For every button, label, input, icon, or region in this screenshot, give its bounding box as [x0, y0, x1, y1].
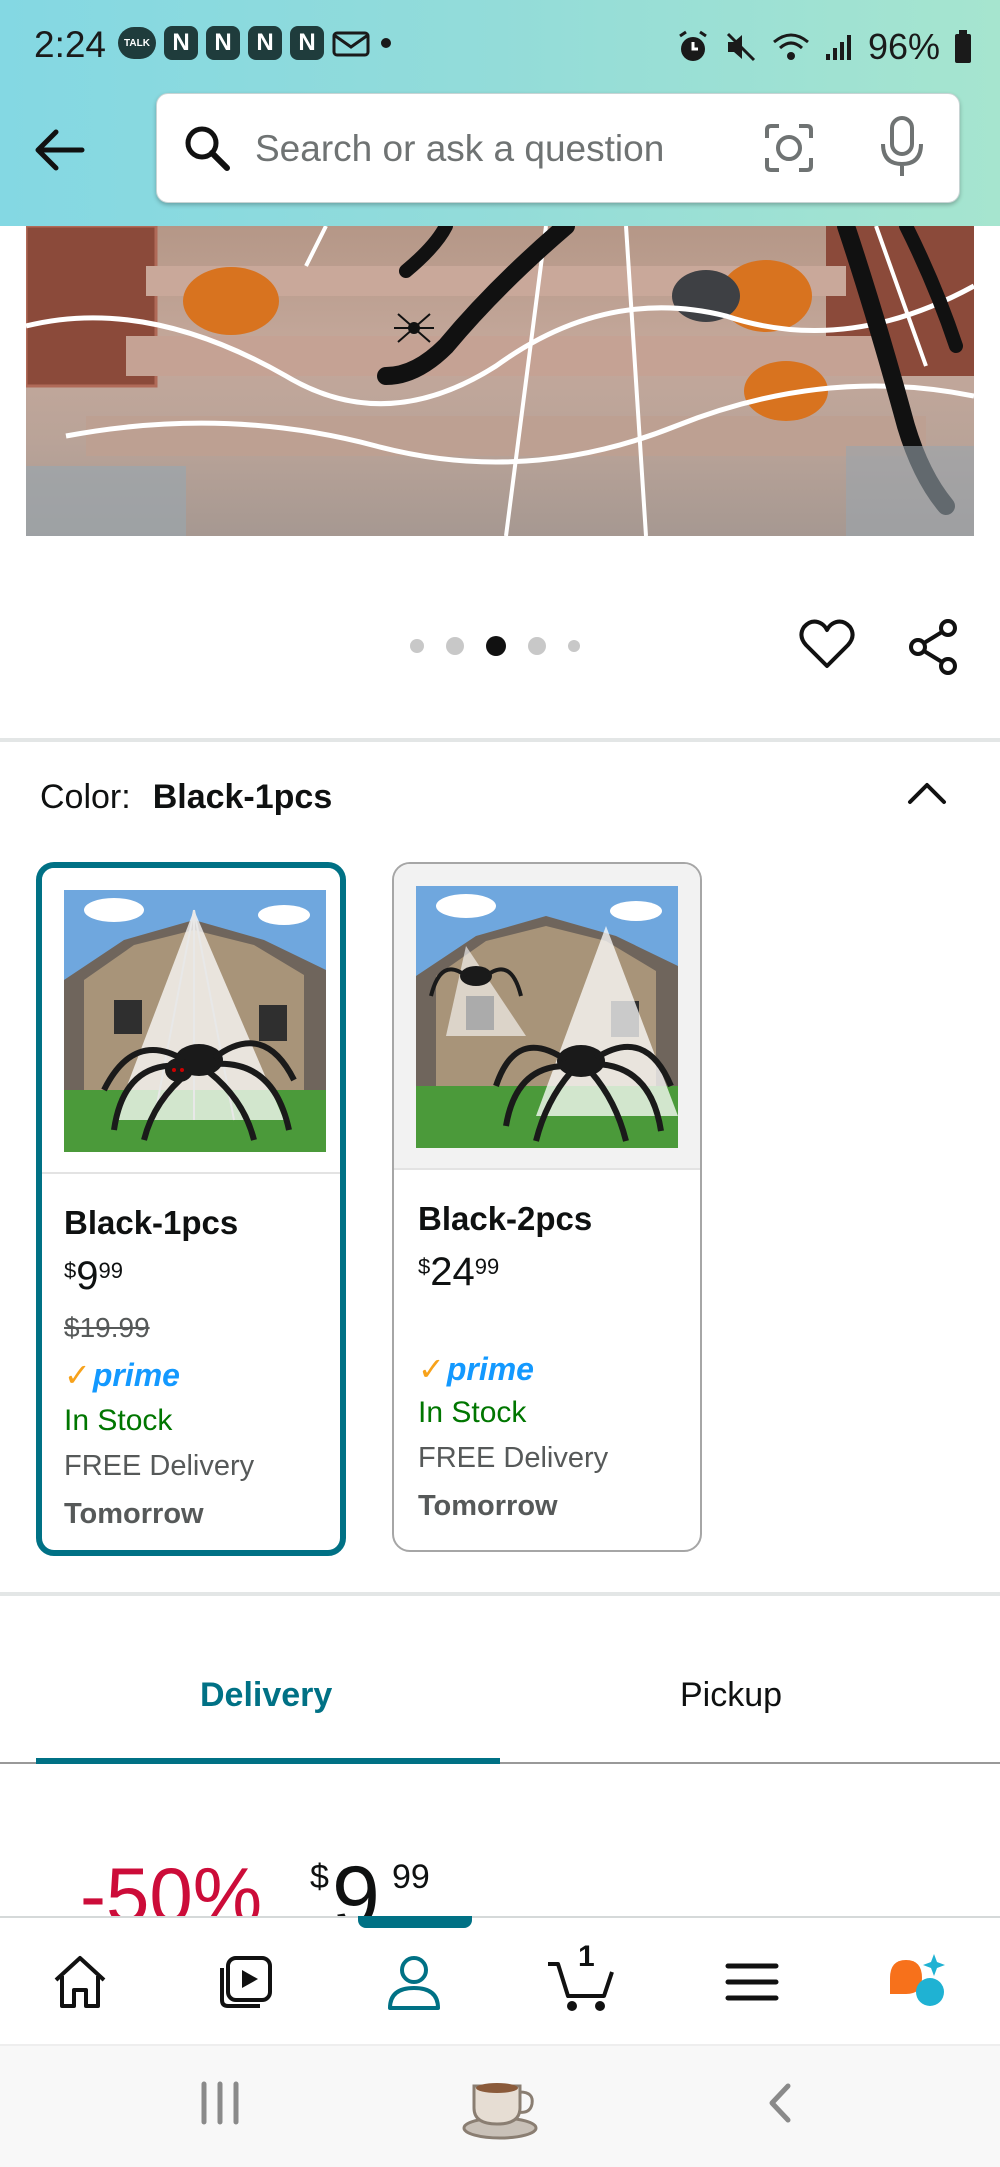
price-fraction: 99: [474, 1254, 500, 1279]
option-stock: In Stock: [64, 1404, 173, 1437]
option-price: $2499: [418, 1250, 499, 1295]
price-currency: $: [64, 1258, 77, 1283]
section-divider: [0, 1592, 1000, 1596]
profile-icon[interactable]: [382, 1950, 446, 2014]
product-image[interactable]: [26, 226, 974, 536]
status-time: 2:24: [34, 24, 107, 65]
carousel-dot[interactable]: [528, 637, 546, 655]
notification-n-icon: N: [290, 26, 324, 60]
option-delivery-day: Tomorrow: [418, 1490, 558, 1522]
microphone-icon[interactable]: [877, 116, 927, 178]
home-coffee-icon[interactable]: [460, 2068, 540, 2140]
search-placeholder: Search or ask a question: [255, 128, 665, 169]
color-label: Color:: [40, 778, 131, 816]
notification-icons: TALK N N N N: [118, 26, 394, 60]
mail-icon: [332, 31, 370, 57]
chevron-up-icon[interactable]: [904, 776, 950, 810]
carousel-dot[interactable]: [410, 639, 424, 653]
heart-icon[interactable]: [798, 616, 856, 674]
talk-icon: TALK: [118, 27, 156, 59]
notification-n-icon: N: [164, 26, 198, 60]
price-fraction: 99: [392, 1858, 430, 1896]
discount-percent: -50%: [80, 1851, 263, 1916]
mute-icon: [726, 32, 755, 62]
battery-icon: [955, 30, 971, 63]
tab-pickup[interactable]: Pickup: [680, 1676, 782, 1715]
option-delivery-day: Tomorrow: [64, 1498, 204, 1530]
home-icon[interactable]: [48, 1950, 112, 2014]
camera-search-icon[interactable]: [761, 120, 817, 176]
option-name: Black-2pcs: [418, 1200, 593, 1237]
option-stock: In Stock: [418, 1396, 527, 1429]
rufus-icon[interactable]: [884, 1950, 948, 2014]
prime-badge: ✓prime: [64, 1356, 180, 1394]
spider-house-image: [416, 886, 678, 1148]
battery-percent: 96%: [867, 26, 940, 67]
prime-label: prime: [92, 1357, 180, 1393]
color-option-card-selected[interactable]: Black-1pcs $999 $19.99 ✓prime In Stock F…: [36, 862, 346, 1556]
price-currency: $: [418, 1254, 431, 1279]
price-whole: 9: [76, 1254, 99, 1298]
share-icon[interactable]: [906, 616, 962, 678]
option-delivery: FREE Delivery: [64, 1450, 255, 1482]
price-fraction: 99: [98, 1258, 123, 1283]
price-block: -50% $ 9 99: [80, 1850, 680, 1916]
carousel-dot-active[interactable]: [486, 636, 506, 656]
section-divider: [0, 738, 1000, 742]
carousel-dot[interactable]: [446, 637, 464, 655]
menu-icon[interactable]: [720, 1950, 784, 2014]
option-name: Black-1pcs: [64, 1204, 239, 1241]
search-icon: [185, 126, 230, 171]
back-chevron-icon[interactable]: [764, 2080, 794, 2126]
spider-house-image: [64, 890, 326, 1152]
status-bar: 2:24 TALK N N N N 96%: [0, 0, 1000, 96]
wifi-icon: [772, 33, 809, 60]
video-icon[interactable]: [214, 1950, 278, 2014]
notification-n-icon: N: [248, 26, 282, 60]
carousel-dot[interactable]: [568, 640, 580, 652]
recent-apps-icon[interactable]: [198, 2080, 242, 2126]
prime-badge: ✓prime: [418, 1350, 534, 1388]
price-whole: 24: [430, 1250, 475, 1294]
product-photo-illustration: [26, 226, 974, 536]
color-selector-header[interactable]: Color: Black-1pcs: [40, 778, 332, 817]
price-whole: 9: [332, 1850, 380, 1916]
signal-icon: [825, 35, 851, 60]
prime-check-icon: ✓: [64, 1357, 91, 1393]
nav-active-indicator: [358, 1916, 472, 1928]
back-arrow-icon[interactable]: [30, 120, 90, 180]
color-option-card[interactable]: Black-2pcs $2499 ✓prime In Stock FREE De…: [392, 862, 702, 1552]
status-right: 96%: [676, 26, 972, 68]
dot-icon: [381, 38, 391, 48]
bottom-nav: [0, 1916, 1000, 2044]
alarm-icon: [679, 30, 707, 61]
color-selected-value: Black-1pcs: [152, 778, 333, 816]
tab-delivery[interactable]: Delivery: [200, 1676, 332, 1715]
option-thumbnail: [394, 864, 700, 1170]
top-header: 2:24 TALK N N N N 96% Search or ask a qu…: [0, 0, 1000, 226]
option-delivery: FREE Delivery: [418, 1442, 609, 1474]
option-list-price: $19.99: [64, 1312, 150, 1343]
prime-label: prime: [446, 1351, 534, 1387]
prime-check-icon: ✓: [418, 1351, 445, 1387]
price-currency: $: [310, 1858, 329, 1896]
carousel-dots[interactable]: [410, 636, 580, 656]
search-bar[interactable]: Search or ask a question: [156, 93, 960, 203]
option-thumbnail: [42, 868, 340, 1174]
tab-active-indicator: [36, 1758, 500, 1764]
cart-count: 1: [578, 1940, 595, 1973]
notification-n-icon: N: [206, 26, 240, 60]
option-price: $999: [64, 1254, 123, 1299]
